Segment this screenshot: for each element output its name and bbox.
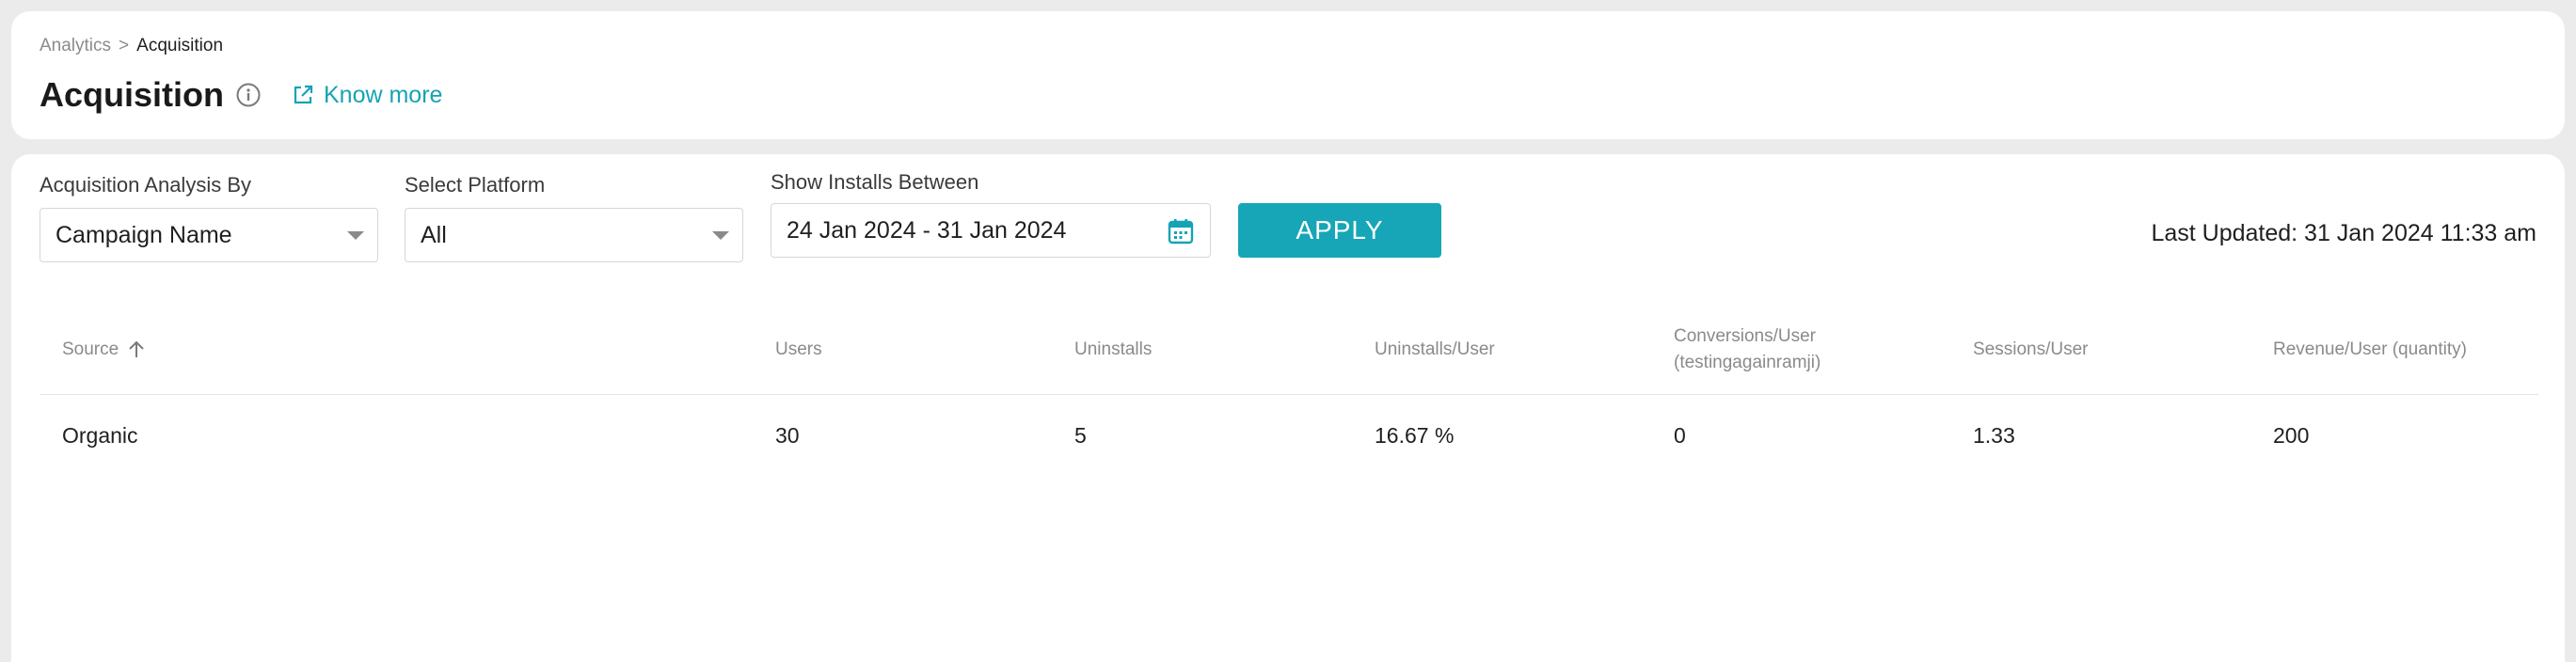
acquisition-table: Source Users Uninstalls Uninstalls/User … (40, 305, 2538, 476)
external-link-icon (294, 85, 313, 104)
analysis-by-select[interactable]: Campaign Name (40, 208, 378, 262)
table-header: Source Users Uninstalls Uninstalls/User … (40, 305, 2538, 395)
breadcrumb-current: Acquisition (136, 36, 224, 55)
breadcrumb: Analytics > Acquisition (40, 36, 223, 56)
date-range-picker[interactable]: 24 Jan 2024 - 31 Jan 2024 (771, 203, 1211, 258)
cell-revenue-per-user: 200 (2273, 422, 2310, 448)
installs-between-label: Show Installs Between (771, 170, 979, 194)
column-header-users[interactable]: Users (775, 305, 822, 395)
column-header-revenue-per-user[interactable]: Revenue/User (quantity) (2273, 305, 2467, 395)
apply-button[interactable]: APPLY (1238, 203, 1441, 258)
cell-users: 30 (775, 422, 800, 448)
platform-select[interactable]: All (405, 208, 743, 262)
platform-label: Select Platform (405, 173, 546, 197)
table-row: Organic 30 5 16.67 % 0 1.33 200 (40, 395, 2538, 476)
info-icon[interactable] (235, 82, 262, 108)
page-title: Acquisition (40, 75, 224, 114)
calendar-icon[interactable] (1167, 217, 1195, 245)
header-card: Analytics > Acquisition Acquisition Know… (11, 11, 2565, 139)
know-more-label: Know more (324, 81, 443, 108)
column-header-uninstalls[interactable]: Uninstalls (1074, 305, 1152, 395)
cell-uninstalls: 5 (1074, 422, 1087, 448)
date-range-value: 24 Jan 2024 - 31 Jan 2024 (787, 216, 1067, 244)
column-header-uninstalls-per-user[interactable]: Uninstalls/User (1375, 305, 1495, 395)
analysis-by-value: Campaign Name (56, 221, 232, 248)
arrow-up-icon[interactable] (128, 340, 145, 359)
chevron-down-icon (712, 231, 729, 240)
analysis-by-label: Acquisition Analysis By (40, 173, 251, 197)
title-row: Acquisition Know more (40, 71, 442, 118)
last-updated: Last Updated: 31 Jan 2024 11:33 am (2151, 220, 2536, 246)
breadcrumb-analytics[interactable]: Analytics (40, 36, 111, 56)
main-card: Acquisition Analysis By Campaign Name Se… (11, 154, 2565, 662)
column-header-sessions-per-user[interactable]: Sessions/User (1973, 305, 2089, 395)
platform-value: All (421, 221, 447, 248)
cell-conversions-per-user: 0 (1674, 422, 1686, 448)
cell-source: Organic (62, 422, 138, 448)
cell-uninstalls-per-user: 16.67 % (1375, 422, 1455, 448)
chevron-down-icon (347, 231, 364, 240)
know-more-link[interactable]: Know more (292, 82, 442, 109)
table-body: Organic 30 5 16.67 % 0 1.33 200 (40, 395, 2538, 476)
column-header-label: Source (62, 339, 119, 359)
breadcrumb-separator: > (119, 36, 130, 55)
column-header-source[interactable]: Source (62, 305, 145, 395)
cell-sessions-per-user: 1.33 (1973, 422, 2015, 448)
column-header-conversions-per-user[interactable]: Conversions/User (testingagainramji) (1674, 305, 1918, 395)
